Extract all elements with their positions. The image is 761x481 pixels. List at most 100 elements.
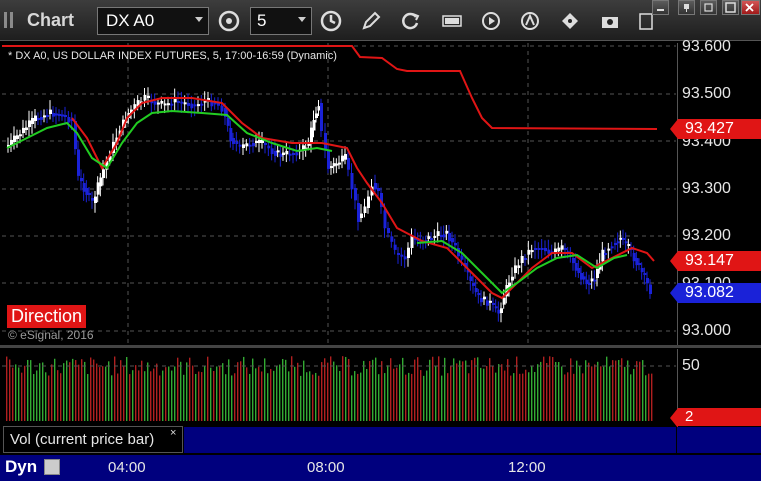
snapshot-button[interactable] bbox=[596, 7, 624, 35]
volume-bar bbox=[234, 373, 236, 421]
candle-body bbox=[564, 248, 567, 251]
volume-bar bbox=[588, 362, 590, 421]
volume-bar bbox=[279, 364, 281, 421]
volume-bar bbox=[459, 360, 461, 421]
price-scale[interactable]: 93.600 93.500 93.400 93.300 93.200 93.10… bbox=[670, 38, 761, 345]
candle-body bbox=[242, 144, 245, 148]
efs-icon bbox=[442, 15, 462, 27]
restore-button[interactable] bbox=[700, 0, 717, 15]
candle-body bbox=[40, 117, 43, 120]
candle-body bbox=[638, 263, 641, 265]
volume-bar bbox=[39, 363, 41, 421]
drag-grip-icon[interactable] bbox=[4, 12, 18, 28]
candle-body bbox=[77, 149, 80, 176]
candle-body bbox=[25, 127, 28, 130]
symbol-input[interactable]: DX A0 bbox=[97, 7, 209, 35]
volume-bar bbox=[501, 364, 503, 421]
volume-bar bbox=[366, 368, 368, 421]
minimize-button[interactable] bbox=[652, 0, 669, 15]
candle-body bbox=[190, 103, 194, 109]
price-plot[interactable] bbox=[2, 43, 676, 345]
volume-bar bbox=[612, 360, 614, 421]
volume-bar bbox=[528, 372, 530, 421]
candle-body bbox=[497, 309, 501, 314]
volume-bar bbox=[585, 360, 587, 421]
candle-body bbox=[440, 235, 443, 237]
candle-body bbox=[19, 134, 22, 137]
candle-body bbox=[285, 150, 289, 155]
candle-body bbox=[267, 145, 271, 149]
candle-body bbox=[502, 297, 506, 305]
volume-bar bbox=[507, 359, 509, 421]
volume-bar bbox=[423, 375, 425, 421]
volume-bar bbox=[249, 373, 251, 421]
candle-body bbox=[153, 101, 157, 105]
volume-bar bbox=[327, 362, 329, 421]
price-label: 93.600 bbox=[682, 38, 731, 55]
candle-body bbox=[643, 273, 647, 275]
maximize-button[interactable] bbox=[722, 0, 739, 15]
pin-button[interactable] bbox=[678, 0, 695, 15]
play-button[interactable] bbox=[477, 7, 505, 35]
volume-bar bbox=[645, 375, 647, 421]
volume-bar bbox=[315, 372, 317, 421]
time-axis[interactable]: Dyn 04:00 08:00 12:00 bbox=[0, 455, 761, 481]
settings-icon[interactable] bbox=[44, 459, 60, 475]
alert-button[interactable] bbox=[516, 7, 544, 35]
minimize-icon bbox=[657, 9, 664, 11]
volume-bar bbox=[162, 370, 164, 421]
volume-bar bbox=[219, 365, 221, 421]
cursor-tool-button[interactable] bbox=[556, 7, 584, 35]
close-button[interactable] bbox=[741, 0, 760, 15]
candle-body bbox=[255, 140, 258, 143]
volume-legend[interactable]: Vol (current price bar) bbox=[3, 426, 183, 453]
volume-bar bbox=[120, 360, 122, 421]
volume-bar bbox=[288, 371, 290, 421]
candle-body bbox=[183, 102, 187, 105]
candle-body bbox=[31, 117, 34, 124]
refresh-icon bbox=[402, 12, 420, 30]
candle-body bbox=[80, 178, 83, 182]
volume-bar bbox=[312, 374, 314, 421]
chevron-down-icon[interactable] bbox=[195, 17, 203, 22]
candle-body bbox=[61, 114, 64, 117]
volume-bar bbox=[54, 358, 56, 421]
volume-bar bbox=[555, 361, 557, 421]
candle-body bbox=[489, 300, 492, 303]
refresh-button[interactable] bbox=[396, 7, 424, 35]
candle-body bbox=[635, 258, 639, 266]
candle-body bbox=[315, 113, 318, 118]
candle-body bbox=[616, 241, 620, 244]
candle-body bbox=[264, 143, 267, 145]
volume-plot[interactable] bbox=[2, 349, 676, 425]
price-chart[interactable] bbox=[2, 43, 676, 345]
volume-bar bbox=[246, 367, 248, 421]
volume-bar bbox=[570, 358, 572, 421]
formula-button[interactable] bbox=[438, 7, 466, 35]
volume-bar bbox=[591, 366, 593, 421]
volume-bar bbox=[321, 362, 323, 421]
volume-bar bbox=[546, 363, 548, 421]
candle-body bbox=[34, 115, 37, 121]
candle-body bbox=[588, 283, 591, 285]
dynamic-mode-label[interactable]: Dyn bbox=[5, 457, 37, 477]
symbol-value: DX A0 bbox=[106, 11, 155, 30]
pane-divider[interactable] bbox=[0, 345, 761, 348]
volume-bar bbox=[360, 372, 362, 421]
interval-input[interactable]: 5 bbox=[250, 7, 312, 35]
close-icon[interactable]: × bbox=[170, 427, 176, 439]
volume-bar bbox=[387, 365, 389, 421]
candle-body bbox=[332, 163, 336, 167]
volume-chart[interactable] bbox=[2, 349, 676, 425]
link-settings-button[interactable] bbox=[215, 7, 243, 35]
time-template-button[interactable] bbox=[317, 7, 345, 35]
volume-scale[interactable]: 50 2 bbox=[670, 349, 761, 428]
candle-body bbox=[582, 276, 586, 280]
restore-icon bbox=[704, 3, 713, 12]
volume-bar bbox=[156, 363, 158, 421]
volume-bar bbox=[213, 371, 215, 421]
chevron-down-icon[interactable] bbox=[298, 17, 306, 22]
candle-body bbox=[85, 188, 89, 195]
volume-bar bbox=[417, 357, 419, 421]
draw-tool-button[interactable] bbox=[357, 7, 385, 35]
